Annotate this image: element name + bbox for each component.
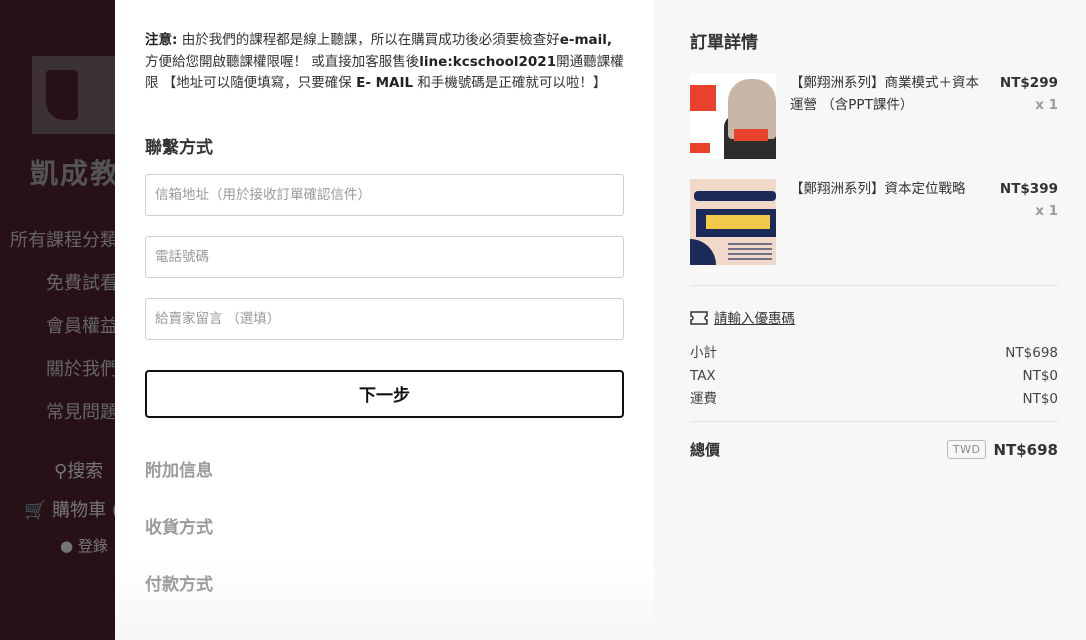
currency-badge: TWD — [946, 440, 987, 459]
shipping-value: NT$0 — [1022, 391, 1058, 407]
shipping-label: 運費 — [690, 391, 717, 407]
tax-row: TAX NT$0 — [690, 365, 1058, 388]
product-thumbnail — [690, 179, 776, 265]
email-field[interactable] — [145, 173, 624, 216]
notice-text-part1: 由於我們的課程都是線上聽課，所以在購買成功後必須要檢查好 — [177, 32, 560, 48]
order-item-price: NT$399 — [999, 181, 1058, 197]
divider — [690, 421, 1058, 422]
message-input[interactable] — [155, 311, 614, 326]
order-summary-column: 訂單詳情 【鄭翔洲系列】商業模式＋資本運營 （含PPT課件） NT$299 x … — [654, 0, 1086, 640]
subtotal-row: 小計 NT$698 — [690, 342, 1058, 365]
next-step-button[interactable]: 下一步 — [145, 369, 624, 418]
order-item-price-block: NT$299 x 1 — [992, 73, 1058, 159]
divider — [690, 285, 1058, 286]
tax-label: TAX — [690, 368, 716, 384]
checkout-form-column: 注意: 由於我們的課程都是線上聽課，所以在購買成功後必須要檢查好e-mail, … — [115, 0, 654, 640]
notice-email-caps: E- MAIL — [356, 75, 414, 91]
phone-field[interactable] — [145, 235, 624, 278]
tax-value: NT$0 — [1022, 368, 1058, 384]
notice-text-part2: 方便給您開啟聽課權限喔！ 或直接加客服售後 — [145, 53, 420, 70]
price-summary: 小計 NT$698 TAX NT$0 運費 NT$0 — [690, 342, 1058, 411]
section-shipping-method[interactable]: 收貨方式 — [145, 513, 624, 538]
message-field[interactable] — [145, 297, 624, 340]
total-row: 總價 TWD NT$698 — [690, 439, 1058, 460]
order-item: 【鄭翔洲系列】商業模式＋資本運營 （含PPT課件） NT$299 x 1 — [690, 73, 1058, 159]
notice-line-id: line:kcschool2021 — [419, 53, 557, 70]
section-payment-method[interactable]: 付款方式 — [145, 570, 624, 595]
order-item-name: 【鄭翔洲系列】資本定位戰略 — [790, 181, 966, 197]
notice-text-part4: 和手機號碼是正確就可以啦！】 — [413, 75, 607, 91]
shipping-row: 運費 NT$0 — [690, 388, 1058, 411]
email-input[interactable] — [155, 187, 614, 202]
contact-section-title: 聯繫方式 — [145, 137, 213, 158]
section-extra-info[interactable]: 附加信息 — [145, 456, 624, 481]
subtotal-label: 小計 — [690, 345, 717, 361]
order-item-qty: x 1 — [1035, 97, 1058, 113]
total-value-block: TWD NT$698 — [946, 440, 1058, 459]
checkout-panel: 注意: 由於我們的課程都是線上聽課，所以在購買成功後必須要檢查好e-mail, … — [115, 0, 1086, 640]
total-label: 總價 — [690, 441, 721, 459]
order-details-title: 訂單詳情 — [690, 33, 758, 53]
product-thumbnail — [690, 73, 776, 159]
order-item-name: 【鄭翔洲系列】商業模式＋資本運營 （含PPT課件） — [790, 75, 979, 113]
order-item: 【鄭翔洲系列】資本定位戰略 NT$399 x 1 — [690, 179, 1058, 265]
notice-label: 注意: — [145, 32, 178, 48]
order-item-price: NT$299 — [999, 75, 1058, 91]
subtotal-value: NT$698 — [1005, 345, 1058, 361]
ticket-icon — [690, 310, 708, 325]
order-item-qty: x 1 — [1035, 203, 1058, 219]
notice-email: e-mail, — [559, 32, 613, 48]
notice-text: 注意: 由於我們的課程都是線上聽課，所以在購買成功後必須要檢查好e-mail, … — [145, 30, 624, 95]
phone-input[interactable] — [155, 249, 614, 264]
order-item-price-block: NT$399 x 1 — [992, 179, 1058, 265]
coupon-link[interactable]: 請輸入優惠碼 — [690, 307, 1058, 327]
total-value: NT$698 — [993, 440, 1058, 459]
coupon-link-label[interactable]: 請輸入優惠碼 — [714, 307, 795, 327]
